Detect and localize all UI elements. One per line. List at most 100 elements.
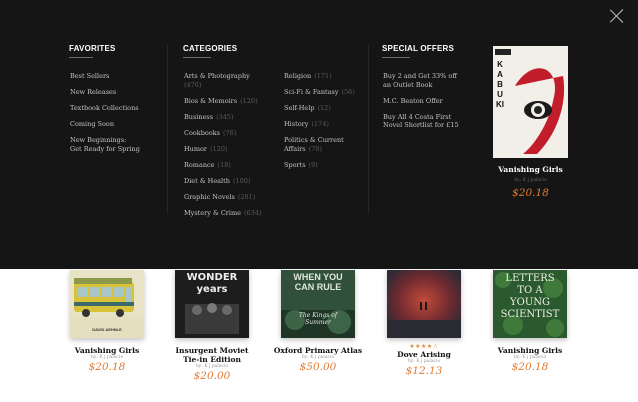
category-politics-affairs[interactable]: Affairs (78) [284,145,355,154]
favorites-list: Best Sellers New Releases Textbook Colle… [70,72,140,153]
book-card[interactable]: WHEN YOU CAN RULE The Kings of Summer Ox… [258,270,378,374]
book-card[interactable]: ★★★★☆ Dove Arising by: K j palacio $12.1… [364,270,484,378]
categories-list-left: Arts & Photography (476) Bios & Memoirs(… [184,72,261,217]
category-arts-photography-count: (476) [184,81,261,90]
category-cookbooks[interactable]: Cookbooks (76) [184,129,261,138]
cover-title: KABUKI [496,60,504,109]
book-price: $20.00 [193,370,231,382]
category-count: (345) [216,112,234,121]
book-title[interactable]: Dove Arising [364,350,484,359]
category-mystery-crime[interactable]: Mystery & Crime (634) [184,209,261,218]
category-label: Cookbooks [184,128,221,137]
book-title[interactable]: Vanishing Girls [47,346,167,355]
menu-item-new-beginnings[interactable]: New Beginnings: [70,136,140,145]
kabuki-illustration [493,46,568,158]
category-label: Business [184,112,214,121]
category-label: Sports [284,160,306,169]
categories-heading: CATEGORIES [183,44,238,53]
category-count: (76) [223,128,237,137]
category-label: Affairs [284,144,306,153]
menu-item-best-sellers[interactable]: Best Sellers [70,72,140,81]
category-politics[interactable]: Politics & Current [284,136,355,145]
category-self-help[interactable]: Self-Help (12) [284,104,355,113]
category-romance[interactable]: Romance (18) [184,161,261,170]
category-label: Politics & Current [284,136,344,144]
divider [69,57,93,58]
special-offers-list: Buy 2 and Get 33% off an Outlet Book M.C… [383,72,459,130]
offer-costa-line2[interactable]: Novel Shortlist for £15 [383,121,459,130]
offer-costa[interactable]: Buy All 4 Costa First [383,113,459,122]
book-title-line2[interactable]: Tie-in Edition [152,355,272,364]
category-count: (476) [184,80,202,89]
category-label: Sci-Fi & Fantasy [284,88,339,96]
category-label: Mystery & Crime [184,208,241,217]
favorites-heading: FAVORITES [69,44,116,53]
category-count: (78) [308,144,322,153]
category-humor[interactable]: Humor (120) [184,145,261,154]
book-cover[interactable] [387,270,461,338]
special-offers-heading: SPECIAL OFFERS [382,44,454,53]
category-count: (120) [240,96,258,105]
category-label: Self-Help [284,104,315,112]
category-label: Diet & Health [184,176,230,185]
cover-text: DAVID AEHNLE [92,327,122,332]
book-price: $50.00 [299,361,337,373]
category-count: (120) [210,144,228,153]
category-count: (171) [314,72,332,80]
mega-menu: FAVORITES Best Sellers New Releases Text… [0,0,638,269]
offer-buy-2[interactable]: Buy 2 and Get 33% off [383,72,459,81]
offer-mc-beaton[interactable]: M.C. Beaton Offer [383,97,459,106]
featured-book-title[interactable]: Vanishing Girls [493,165,568,174]
cover-text: LETTERS TO A YOUNG SCIENTIST [500,273,560,320]
book-cover[interactable]: LETTERS TO A YOUNG SCIENTIST [493,270,567,338]
menu-item-coming-soon[interactable]: Coming Soon [70,120,140,129]
categories-list-right: Religion (171) Sci-Fi & Fantasy (56) Self-… [284,72,355,169]
category-label: Bios & Memoirs [184,96,238,105]
category-label: History [284,120,309,128]
band-illustration [185,303,239,334]
book-cover[interactable]: WHEN YOU CAN RULE The Kings of Summer [281,270,355,338]
category-label: Graphic Novels [184,192,235,201]
book-title[interactable]: Insurgent Moviet [152,346,272,355]
category-label: Humor [184,144,208,153]
category-graphic-novels[interactable]: Graphic Novels (281) [184,193,261,202]
menu-item-textbook-collections[interactable]: Textbook Collections [70,104,140,113]
category-count: (56) [341,88,355,96]
close-icon[interactable] [610,9,624,23]
book-card[interactable]: WONDER years Insurgent Moviet Tie-in Edi… [152,270,272,383]
book-card[interactable]: DAVID AEHNLE Vanishing Girls by: K j pal… [47,270,167,374]
book-price: $20.18 [511,361,549,373]
category-count: (18) [217,160,231,169]
featured-book-cover[interactable]: KABUKI [493,46,568,158]
rating-stars: ★★★★☆ [409,343,439,350]
category-count: (281) [237,192,256,201]
category-label: Arts & Photography [184,72,250,80]
offer-buy-2-line2[interactable]: an Outlet Book [383,81,459,90]
menu-item-get-ready-spring[interactable]: Get Ready for Spring [70,145,140,154]
category-sports[interactable]: Sports (9) [284,161,355,170]
category-bios-memoirs[interactable]: Bios & Memoirs (120) [184,97,261,106]
book-price: $20.18 [88,361,126,373]
category-label: Religion [284,72,312,80]
column-divider [167,44,168,214]
category-religion[interactable]: Religion (171) [284,72,355,81]
category-scifi-fantasy[interactable]: Sci-Fi & Fantasy (56) [284,88,355,97]
category-arts-photography[interactable]: Arts & Photography [184,72,261,81]
category-business[interactable]: Business (345) [184,113,261,122]
menu-item-new-releases[interactable]: New Releases [70,88,140,97]
book-title[interactable]: Oxford Primary Atlas [258,346,378,355]
book-title[interactable]: Vanishing Girls [470,346,590,355]
category-count: (9) [308,160,318,169]
divider [183,57,211,58]
book-cover[interactable]: DAVID AEHNLE [70,270,144,338]
category-count: (634) [244,208,262,217]
book-cover[interactable]: WONDER years [175,270,249,338]
category-history[interactable]: History (174) [284,120,355,129]
cover-text: WHEN YOU CAN RULE [293,272,343,292]
category-diet-health[interactable]: Diet & Health (100) [184,177,261,186]
book-card[interactable]: LETTERS TO A YOUNG SCIENTIST Vanishing G… [470,270,590,374]
featured-book-author: by: K j palacio [514,178,547,183]
book-price: $12.13 [405,365,443,377]
cover-subtitle: The Kings of Summer [298,312,338,326]
category-count: (174) [311,120,329,128]
